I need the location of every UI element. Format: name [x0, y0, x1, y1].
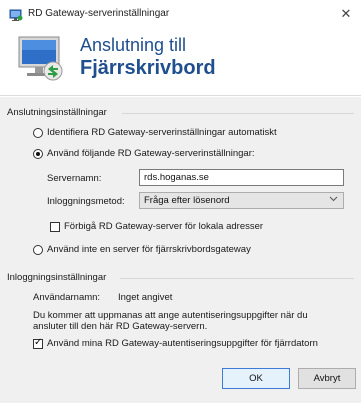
ok-button[interactable]: OK [222, 368, 290, 389]
username-label: Användarnamn: [33, 292, 101, 303]
servername-input[interactable] [139, 169, 344, 186]
use-credentials-label[interactable]: Använd mina RD Gateway-autentiseringsupp… [47, 338, 318, 349]
servername-label: Servernamn: [47, 173, 102, 184]
username-value: Inget angivet [118, 292, 173, 303]
remote-desktop-logo-icon [18, 36, 63, 81]
info-line-2: ansluter till den här RD Gateway-servern… [33, 321, 208, 332]
banner-title-line2: Fjärrskrivbord [80, 57, 216, 79]
group-divider [122, 113, 354, 114]
logon-settings-heading: Inloggningsinställningar [7, 272, 107, 283]
banner: Anslutning till Fjärrskrivbord [0, 30, 361, 96]
close-button[interactable]: ✕ [337, 5, 355, 23]
bypass-local-checkbox[interactable] [50, 222, 60, 232]
connection-settings-heading: Anslutningsinställningar [7, 107, 107, 118]
chevron-down-icon [329, 194, 338, 205]
radio-auto-detect-label[interactable]: Identifiera RD Gateway-serverinställning… [47, 127, 277, 138]
dialog-content: Anslutningsinställningar Identifiera RD … [0, 97, 361, 403]
radio-use-settings[interactable] [33, 149, 43, 159]
radio-use-settings-label[interactable]: Använd följande RD Gateway-serverinställ… [47, 148, 255, 159]
info-line-1: Du kommer att uppmanas att ange autentis… [33, 310, 308, 321]
radio-no-gateway-label[interactable]: Använd inte en server för fjärrskrivbord… [47, 244, 251, 255]
remote-desktop-icon [9, 9, 23, 21]
logon-method-value: Fråga efter lösenord [144, 195, 230, 206]
radio-auto-detect[interactable] [33, 128, 43, 138]
group-divider [120, 278, 354, 279]
logon-method-select[interactable]: Fråga efter lösenord [139, 192, 344, 209]
banner-title-line1: Anslutning till [80, 35, 187, 55]
title-bar: RD Gateway-serverinställningar ✕ [0, 0, 361, 30]
checkmark-icon: ✓ [34, 337, 43, 348]
use-credentials-checkbox[interactable]: ✓ [33, 337, 43, 349]
logon-method-label: Inloggningsmetod: [47, 196, 125, 207]
window-title: RD Gateway-serverinställningar [28, 8, 170, 19]
cancel-button[interactable]: Avbryt [298, 368, 356, 389]
radio-no-gateway[interactable] [33, 245, 43, 255]
bypass-local-label[interactable]: Förbigå RD Gateway-server för lokala adr… [64, 221, 263, 232]
